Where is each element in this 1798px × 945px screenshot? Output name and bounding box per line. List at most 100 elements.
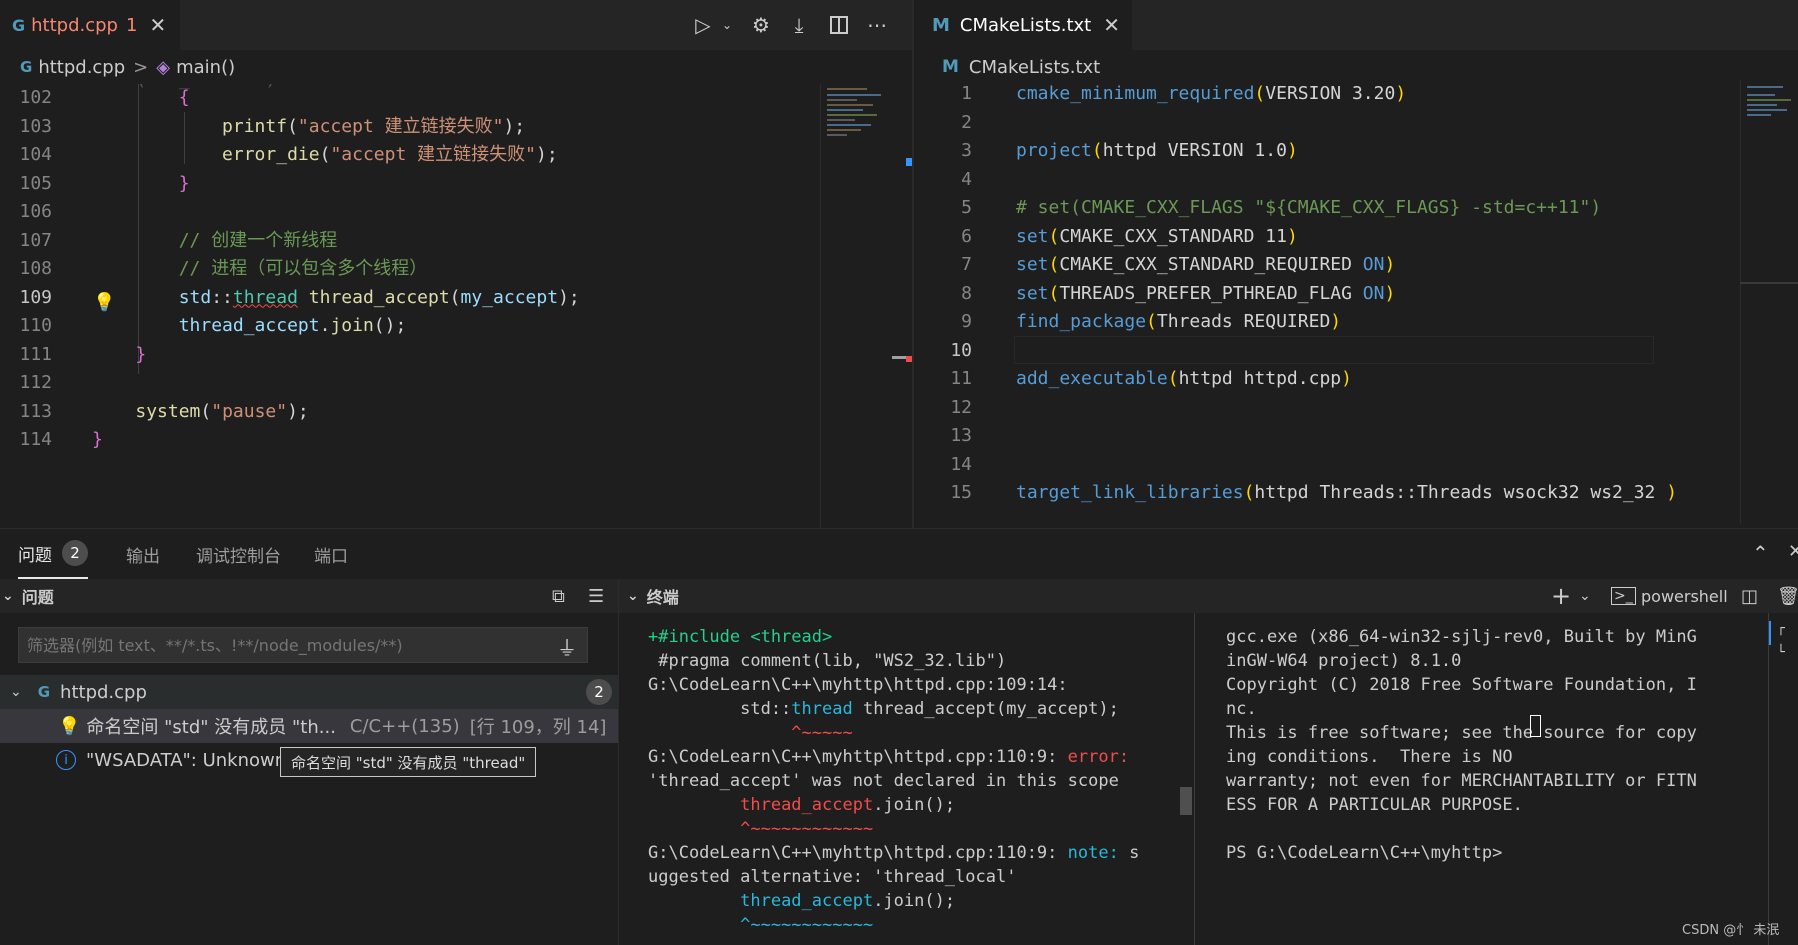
line-number: 14: [950, 453, 972, 475]
breadcrumb-file[interactable]: httpd.cpp: [38, 57, 125, 78]
tab-label: 端口: [314, 546, 348, 567]
problem-file-row[interactable]: ⌄ G httpd.cpp 2: [0, 675, 618, 709]
line-number: 103: [19, 115, 52, 137]
lightbulb-icon: 💡: [58, 715, 81, 737]
filter-box[interactable]: ⏚: [18, 627, 588, 663]
terminal-line: nc.: [1226, 699, 1257, 719]
c-plus-plus-icon: G: [37, 683, 51, 701]
breadcrumb-file[interactable]: CMakeLists.txt: [969, 57, 1100, 78]
line-number: 9: [961, 311, 972, 332]
split-editor-icon[interactable]: [824, 10, 854, 40]
terminal-list[interactable]: ┌ └: [1768, 613, 1798, 945]
terminal-scrollbar[interactable]: [1180, 787, 1192, 815]
plus-icon[interactable]: +: [1551, 582, 1571, 610]
code-line: std::thread thread_accept(my_accept);: [178, 286, 580, 308]
code-line: }: [92, 429, 103, 450]
tab-problems[interactable]: 问题 2: [18, 529, 88, 579]
right-code-editor[interactable]: 1 2 3 4 5 6 7 8 9 10 11 12 13 14 15 cmake_minimum_requ…: [914, 80, 1798, 524]
code-line: error_die("accept 建立链接失败");: [222, 144, 558, 165]
trash-icon[interactable]: 🗑: [1777, 586, 1798, 607]
left-code-editor[interactable]: ( _ ) 1021031041051061071081091101111121…: [0, 84, 912, 528]
code-line: // 进程（可以包含多个线程）: [92, 258, 428, 279]
line-number: 4: [961, 168, 972, 190]
panel-divider[interactable]: [618, 579, 619, 945]
terminal-list-item[interactable]: └: [1769, 645, 1798, 669]
line-number: 12: [950, 396, 972, 418]
line-number: 111: [19, 343, 52, 365]
line-number: 112: [19, 372, 52, 393]
terminal-line: std::thread thread_accept(my_accept);: [648, 699, 1119, 719]
terminal-line: ^~~~~~~~~~~~~: [648, 819, 874, 839]
shell-name[interactable]: powershell: [1641, 587, 1728, 606]
terminal-line: ESS FOR A PARTICULAR PURPOSE.: [1226, 795, 1523, 815]
code-line: system("pause");: [135, 400, 309, 422]
split-terminal-icon[interactable]: ◫: [1741, 586, 1758, 607]
terminal-list-item-active[interactable]: ┌: [1769, 621, 1798, 645]
tab-output[interactable]: 输出: [126, 529, 160, 579]
code-line: printf("accept 建立链接失败");: [222, 115, 526, 137]
line-number: 6: [961, 225, 972, 247]
filter-input[interactable]: [19, 628, 539, 662]
line-number: 15: [950, 482, 972, 503]
tab-cmakelists[interactable]: M CMakeLists.txt ✕: [914, 0, 1132, 50]
cmake-m-icon: M: [942, 57, 959, 77]
lightbulb-icon[interactable]: 💡: [93, 292, 115, 313]
problem-item[interactable]: 💡 命名空间 "std" 没有成员 "th... C/C++(135) [行 1…: [0, 709, 618, 743]
chevron-up-icon[interactable]: ⌃: [1752, 541, 1769, 565]
tab-debug-console[interactable]: 调试控制台: [196, 529, 281, 579]
close-icon[interactable]: ✕: [1103, 13, 1120, 37]
code-line: set(CMAKE_CXX_STANDARD 11): [1016, 225, 1298, 247]
terminal-line: G:\CodeLearn\C++\myhttp\httpd.cpp:110:9:…: [648, 747, 1130, 767]
line-number: 113: [19, 400, 52, 422]
tab-label: 输出: [126, 546, 160, 567]
problem-file-count: 2: [586, 679, 612, 705]
cube-icon: ◈: [156, 56, 171, 78]
terminal-pane-left[interactable]: +#include <thread> #pragma comment(lib, …: [648, 625, 1188, 945]
line-number: 10: [950, 339, 972, 361]
chevron-down-icon[interactable]: ⌄: [712, 10, 742, 40]
close-icon[interactable]: ✕: [149, 13, 166, 37]
terminal-line: PS G:\CodeLearn\C++\myhttp>: [1226, 843, 1503, 863]
terminal-line: uggested alternative: 'thread_local': [648, 867, 1017, 887]
line-number: 108: [19, 258, 52, 279]
minimap[interactable]: [820, 84, 890, 528]
filter-icon[interactable]: ⏚: [557, 632, 577, 661]
list-icon[interactable]: ☰: [588, 586, 604, 607]
download-icon[interactable]: ⤓: [784, 10, 814, 40]
chevron-down-icon: ⌄: [10, 684, 22, 700]
line-number: 106: [19, 201, 52, 222]
minimap[interactable]: [1740, 80, 1798, 524]
more-actions-icon[interactable]: ⋯: [862, 10, 892, 40]
code-line: set(THREADS_PREFER_PTHREAD_FLAG ON): [1016, 282, 1396, 304]
copy-icon[interactable]: ⧉: [552, 586, 565, 607]
close-icon[interactable]: ✕: [1788, 541, 1798, 562]
code-line: set(CMAKE_CXX_STANDARD_REQUIRED ON): [1016, 254, 1396, 275]
tab-label: 问题: [18, 545, 52, 566]
terminal-split-divider[interactable]: [1194, 613, 1195, 945]
tab-title: httpd.cpp: [31, 14, 118, 36]
line-number: 1: [961, 83, 972, 104]
breadcrumb: G httpd.cpp > ◈ main(): [0, 50, 912, 84]
problems-header[interactable]: ⌄ 问题 ⧉ ☰: [0, 579, 618, 613]
breadcrumb-symbol[interactable]: main(): [176, 57, 235, 78]
code-line: find_package(Threads REQUIRED): [1016, 311, 1342, 332]
terminal-header[interactable]: ⌄ 终端 + ⌄ >_ powershell ◫ 🗑: [619, 579, 1798, 613]
c-plus-plus-icon: G: [20, 58, 33, 76]
gear-icon[interactable]: ⚙: [746, 10, 776, 40]
chevron-down-icon[interactable]: ⌄: [1579, 588, 1591, 604]
tab-ports[interactable]: 端口: [314, 529, 348, 579]
tooltip: 命名空间 "std" 没有成员 "thread": [280, 747, 537, 777]
terminal-line: inGW-W64 project) 8.1.0: [1226, 651, 1462, 671]
terminal-pane-right[interactable]: gcc.exe (x86_64-win32-sjlj-rev0, Built b…: [1226, 625, 1766, 945]
terminal-line: thread_accept.join();: [740, 891, 956, 911]
terminal-title: 终端: [646, 588, 679, 607]
problem-message: 命名空间 "std" 没有成员 "th...: [86, 717, 336, 738]
scrollbar-marker: [1740, 282, 1798, 284]
terminal-line: #pragma comment(lib, "WS2_32.lib"): [648, 651, 1007, 671]
code-line: // 创建一个新线程: [92, 229, 338, 251]
terminal-line: ^~~~~~: [648, 723, 853, 743]
line-number: 110: [19, 315, 52, 336]
tab-httpd-cpp[interactable]: G httpd.cpp 1 ✕: [0, 0, 180, 50]
chevron-down-icon: ⌄: [627, 588, 639, 604]
code-line: {: [178, 87, 190, 108]
